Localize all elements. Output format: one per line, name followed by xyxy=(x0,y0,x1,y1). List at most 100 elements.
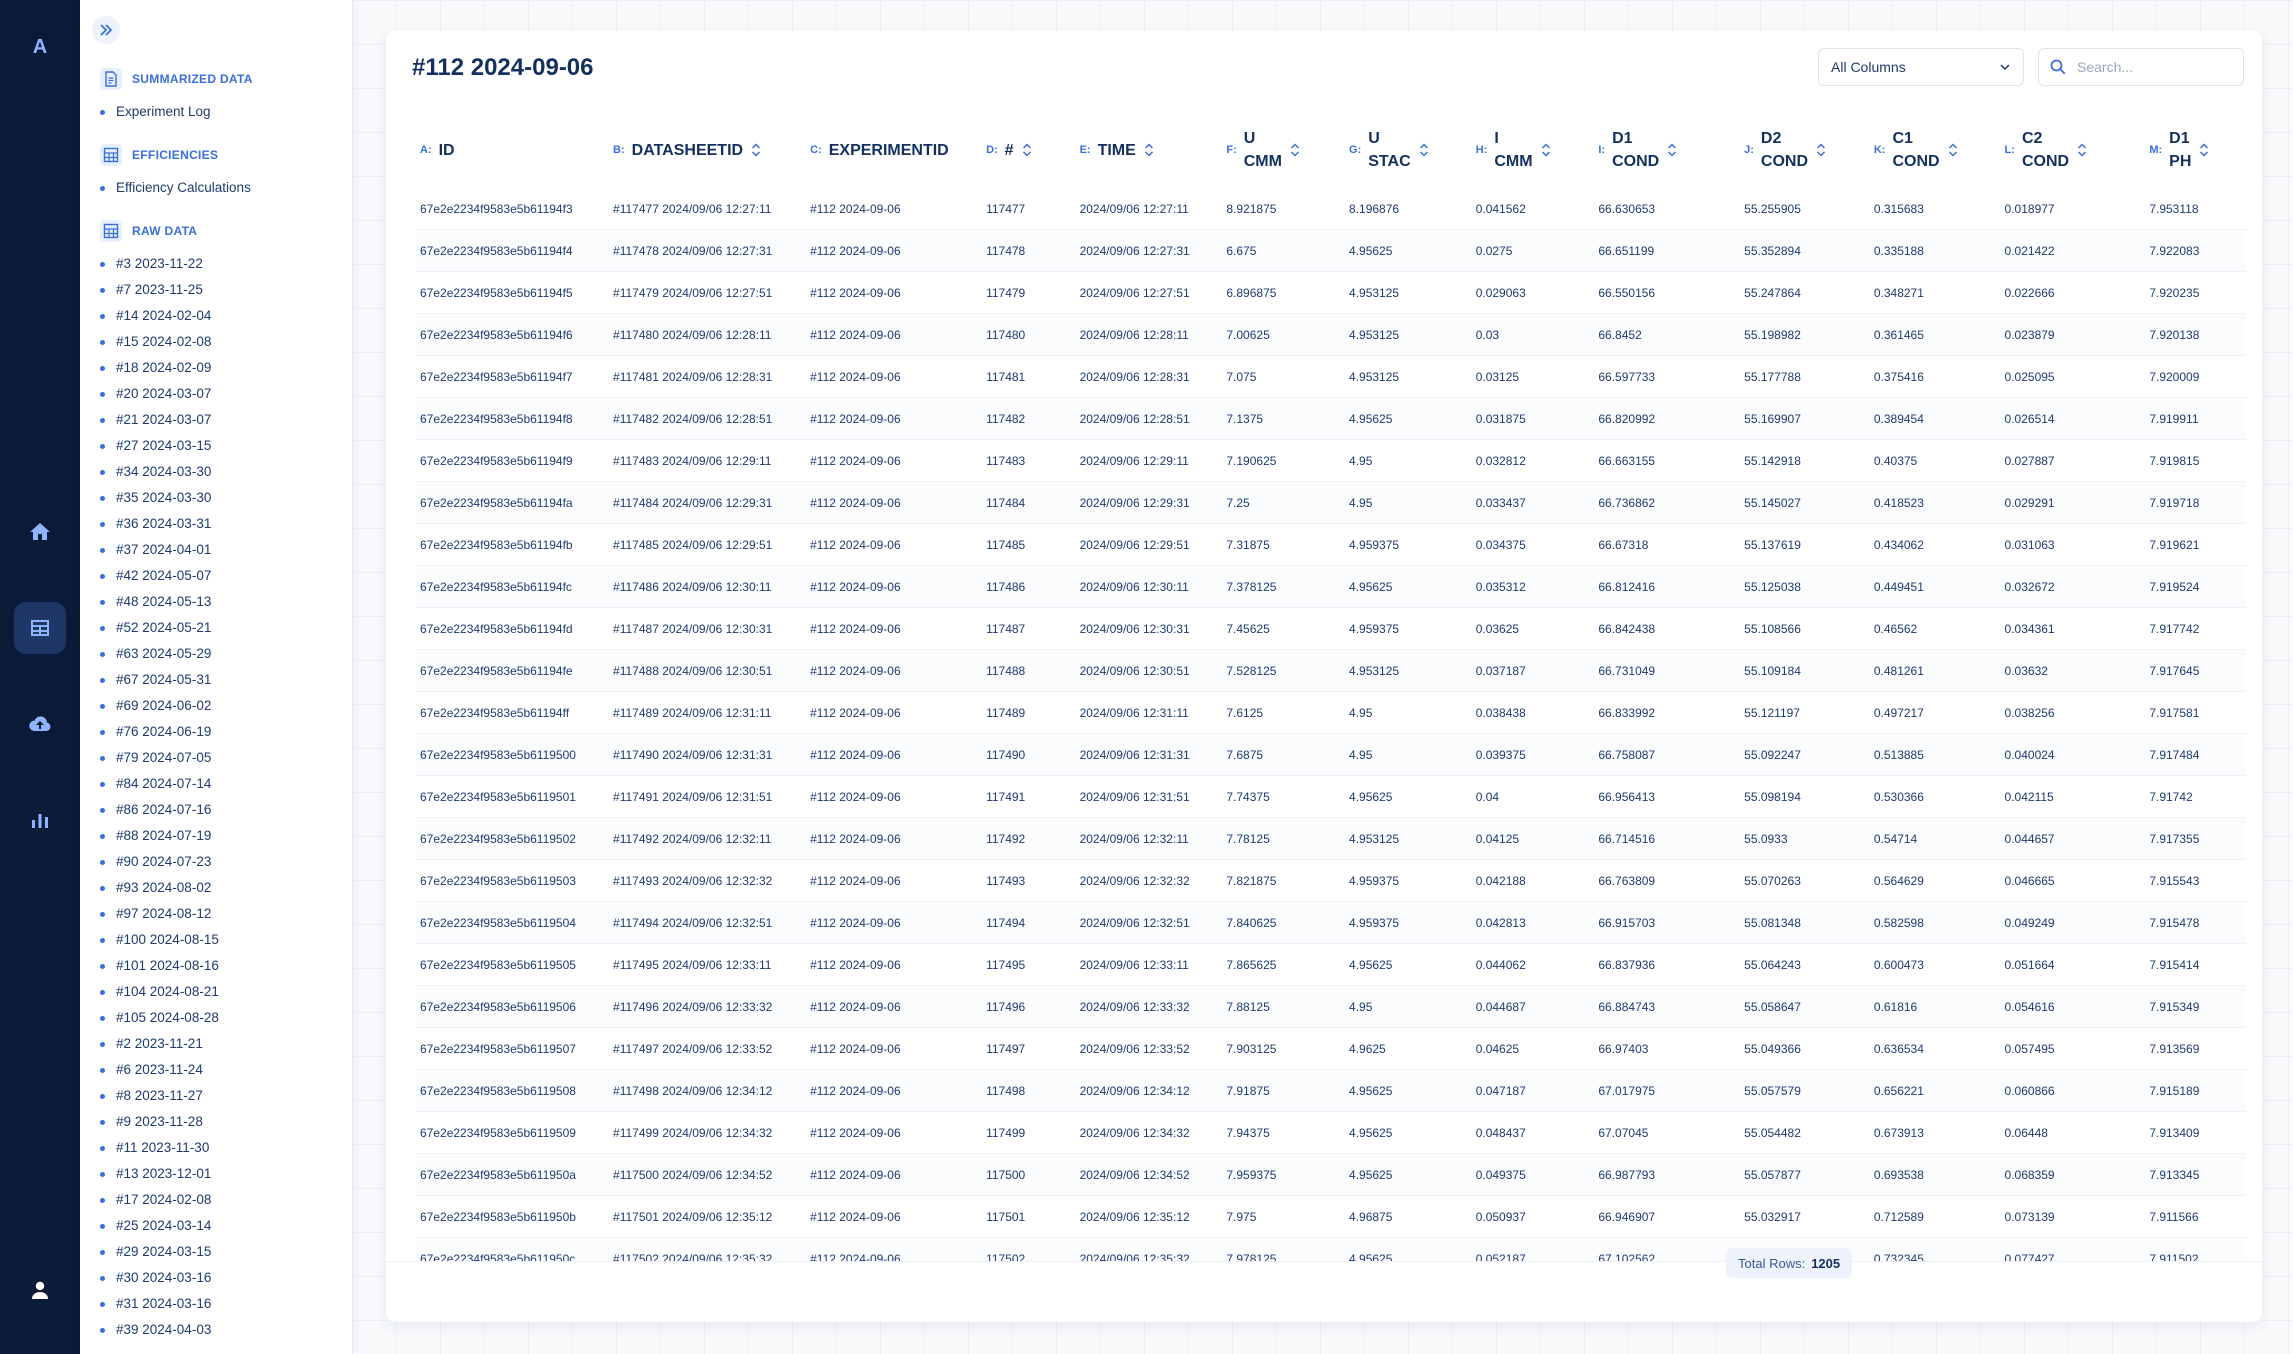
column-header[interactable]: F: U CMM xyxy=(1222,112,1345,188)
sidebar-item[interactable]: #79 2024-07-05 xyxy=(100,745,219,771)
sidebar-item[interactable]: #42 2024-05-07 xyxy=(100,563,219,589)
sort-icon[interactable] xyxy=(1419,142,1429,158)
sidebar-item[interactable]: #101 2024-08-16 xyxy=(100,953,219,979)
table-row[interactable]: 67e2e2234f9583e5b61194f9 #117483 2024/09/… xyxy=(416,439,2246,482)
table-row[interactable]: 67e2e2234f9583e5b61194fc #117486 2024/09/… xyxy=(416,565,2246,608)
table-row[interactable]: 67e2e2234f9583e5b6119502 #117492 2024/09/… xyxy=(416,817,2246,860)
column-header[interactable]: D: # xyxy=(982,112,1076,188)
sidebar-item[interactable]: #104 2024-08-21 xyxy=(100,979,219,1005)
table-row[interactable]: 67e2e2234f9583e5b6119508 #117498 2024/09/… xyxy=(416,1069,2246,1112)
table-row[interactable]: 67e2e2234f9583e5b611950b #117501 2024/09/… xyxy=(416,1195,2246,1238)
sidebar-item[interactable]: #13 2023-12-01 xyxy=(100,1161,219,1187)
sidebar-item[interactable]: #84 2024-07-14 xyxy=(100,771,219,797)
sidebar-item[interactable]: #8 2023-11-27 xyxy=(100,1083,219,1109)
search-box[interactable] xyxy=(2038,48,2244,86)
sidebar-item[interactable]: #7 2023-11-25 xyxy=(100,277,219,303)
sidebar-item[interactable]: #36 2024-03-31 xyxy=(100,511,219,537)
column-header[interactable]: H: I CMM xyxy=(1472,112,1595,188)
sidebar-item[interactable]: #3 2023-11-22 xyxy=(100,251,219,277)
upload-nav-button[interactable] xyxy=(14,698,66,750)
sidebar-item[interactable]: #69 2024-06-02 xyxy=(100,693,219,719)
sidebar-item[interactable]: #6 2023-11-24 xyxy=(100,1057,219,1083)
sidebar-item[interactable]: #39 2024-04-03 xyxy=(100,1317,219,1343)
column-header[interactable]: G: U STAC xyxy=(1345,112,1472,188)
table-row[interactable]: 67e2e2234f9583e5b6119509 #117499 2024/09/… xyxy=(416,1111,2246,1154)
sidebar-item[interactable]: #88 2024-07-19 xyxy=(100,823,219,849)
table-row[interactable]: 67e2e2234f9583e5b61194ff #117489 2024/09/… xyxy=(416,691,2246,734)
column-header[interactable]: E: TIME xyxy=(1076,112,1223,188)
sort-icon[interactable] xyxy=(1541,142,1551,158)
sidebar-item[interactable]: #100 2024-08-15 xyxy=(100,927,219,953)
home-nav-button[interactable] xyxy=(14,506,66,558)
sort-icon[interactable] xyxy=(1022,142,1032,158)
sidebar-item[interactable]: #93 2024-08-02 xyxy=(100,875,219,901)
table-row[interactable]: 67e2e2234f9583e5b6119507 #117497 2024/09/… xyxy=(416,1027,2246,1070)
sidebar-item[interactable]: #90 2024-07-23 xyxy=(100,849,219,875)
sidebar-item[interactable]: Efficiency Calculations xyxy=(100,175,251,201)
column-header[interactable]: M: D1 PH xyxy=(2145,112,2246,188)
sidebar-item[interactable]: #18 2024-02-09 xyxy=(100,355,219,381)
table-row[interactable]: 67e2e2234f9583e5b61194f8 #117482 2024/09/… xyxy=(416,397,2246,440)
sidebar-item[interactable]: #21 2024-03-07 xyxy=(100,407,219,433)
column-header[interactable]: B: DATASHEETID xyxy=(609,112,806,188)
data-table-container[interactable]: A: ID B: DATASHEETID C: EXPERIMENTID D: # E: TIME… xyxy=(416,112,2246,1290)
sort-icon[interactable] xyxy=(1144,142,1154,158)
column-header[interactable]: J: D2 COND xyxy=(1740,112,1870,188)
sidebar-item[interactable]: #27 2024-03-15 xyxy=(100,433,219,459)
sidebar-item[interactable]: #20 2024-03-07 xyxy=(100,381,219,407)
sort-icon[interactable] xyxy=(751,142,761,158)
sidebar-item[interactable]: #86 2024-07-16 xyxy=(100,797,219,823)
user-profile-button[interactable] xyxy=(14,1264,66,1316)
table-row[interactable]: 67e2e2234f9583e5b611950a #117500 2024/09/… xyxy=(416,1153,2246,1196)
column-header[interactable]: I: D1 COND xyxy=(1594,112,1740,188)
search-input[interactable] xyxy=(2075,58,2229,76)
data-table-nav-button[interactable] xyxy=(14,602,66,654)
sidebar-item[interactable]: #31 2024-03-16 xyxy=(100,1291,219,1317)
sidebar-item[interactable]: #34 2024-03-30 xyxy=(100,459,219,485)
sidebar-item[interactable]: #48 2024-05-13 xyxy=(100,589,219,615)
sidebar-item[interactable]: #17 2024-02-08 xyxy=(100,1187,219,1213)
table-row[interactable]: 67e2e2234f9583e5b61194fd #117487 2024/09/… xyxy=(416,607,2246,650)
sidebar-item[interactable]: #11 2023-11-30 xyxy=(100,1135,219,1161)
table-row[interactable]: 67e2e2234f9583e5b61194fe #117488 2024/09/… xyxy=(416,649,2246,692)
sidebar-item[interactable]: #14 2024-02-04 xyxy=(100,303,219,329)
sidebar-item[interactable]: #2 2023-11-21 xyxy=(100,1031,219,1057)
app-logo[interactable]: A xyxy=(0,36,80,59)
sidebar-item[interactable]: #63 2024-05-29 xyxy=(100,641,219,667)
table-row[interactable]: 67e2e2234f9583e5b61194fb #117485 2024/09/… xyxy=(416,523,2246,566)
table-row[interactable]: 67e2e2234f9583e5b6119506 #117496 2024/09/… xyxy=(416,985,2246,1028)
table-row[interactable]: 67e2e2234f9583e5b6119504 #117494 2024/09/… xyxy=(416,901,2246,944)
sidebar-item[interactable]: #97 2024-08-12 xyxy=(100,901,219,927)
sidebar-item[interactable]: #52 2024-05-21 xyxy=(100,615,219,641)
column-filter-select[interactable]: All Columns xyxy=(1818,48,2024,86)
table-row[interactable]: 67e2e2234f9583e5b61194f3 #117477 2024/09/… xyxy=(416,188,2246,230)
table-row[interactable]: 67e2e2234f9583e5b61194f5 #117479 2024/09/… xyxy=(416,271,2246,314)
sidebar-item[interactable]: #9 2023-11-28 xyxy=(100,1109,219,1135)
table-row[interactable]: 67e2e2234f9583e5b6119500 #117490 2024/09/… xyxy=(416,733,2246,776)
table-row[interactable]: 67e2e2234f9583e5b6119501 #117491 2024/09/… xyxy=(416,775,2246,818)
sidebar-item[interactable]: #67 2024-05-31 xyxy=(100,667,219,693)
table-row[interactable]: 67e2e2234f9583e5b6119503 #117493 2024/09/… xyxy=(416,859,2246,902)
table-row[interactable]: 67e2e2234f9583e5b61194f6 #117480 2024/09/… xyxy=(416,313,2246,356)
collapse-sidebar-button[interactable] xyxy=(92,16,120,44)
sidebar-item[interactable]: #105 2024-08-28 xyxy=(100,1005,219,1031)
sort-icon[interactable] xyxy=(1667,142,1677,158)
sort-icon[interactable] xyxy=(1948,142,1958,158)
sidebar-item[interactable]: #76 2024-06-19 xyxy=(100,719,219,745)
sidebar-item[interactable]: #25 2024-03-14 xyxy=(100,1213,219,1239)
column-header[interactable]: L: C2 COND xyxy=(2001,112,2146,188)
sort-icon[interactable] xyxy=(1290,142,1300,158)
sidebar-item[interactable]: #37 2024-04-01 xyxy=(100,537,219,563)
table-row[interactable]: 67e2e2234f9583e5b61194f7 #117481 2024/09/… xyxy=(416,355,2246,398)
analytics-nav-button[interactable] xyxy=(14,794,66,846)
table-row[interactable]: 67e2e2234f9583e5b61194fa #117484 2024/09/… xyxy=(416,481,2246,524)
column-header[interactable]: K: C1 COND xyxy=(1870,112,2001,188)
sort-icon[interactable] xyxy=(1816,142,1826,158)
sort-icon[interactable] xyxy=(2077,142,2087,158)
sidebar-item[interactable]: Experiment Log xyxy=(100,99,211,125)
table-row[interactable]: 67e2e2234f9583e5b6119505 #117495 2024/09/… xyxy=(416,943,2246,986)
sidebar-item[interactable]: #35 2024-03-30 xyxy=(100,485,219,511)
sort-icon[interactable] xyxy=(2199,142,2209,158)
sidebar-item[interactable]: #15 2024-02-08 xyxy=(100,329,219,355)
table-row[interactable]: 67e2e2234f9583e5b61194f4 #117478 2024/09/… xyxy=(416,229,2246,272)
